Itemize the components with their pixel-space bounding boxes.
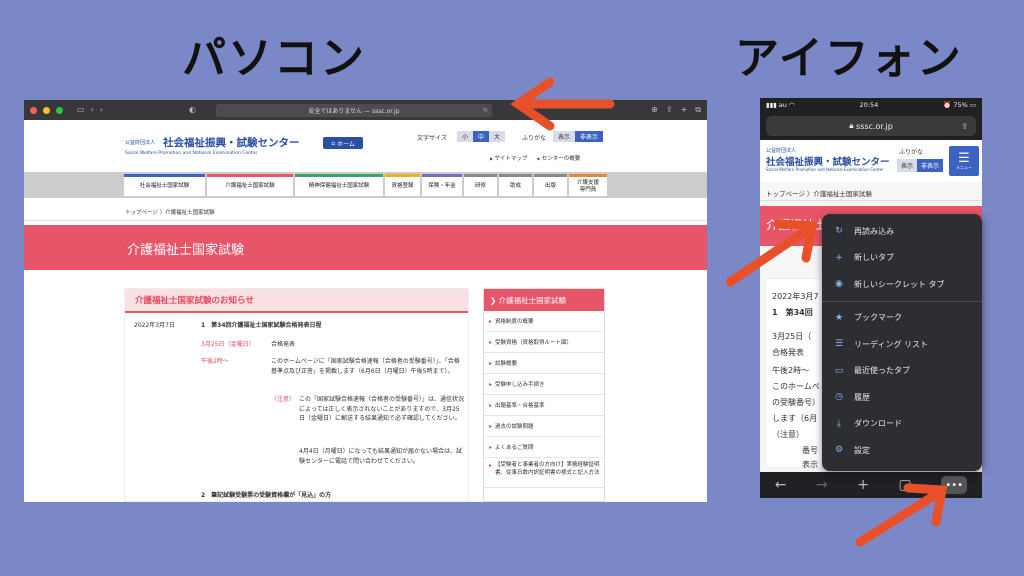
- annotation-arrows: [510, 77, 948, 547]
- arrow-to-more-button: [855, 483, 948, 547]
- arrow-to-reload-desktop: [510, 77, 615, 131]
- arrow-to-reload-phone: [725, 219, 818, 287]
